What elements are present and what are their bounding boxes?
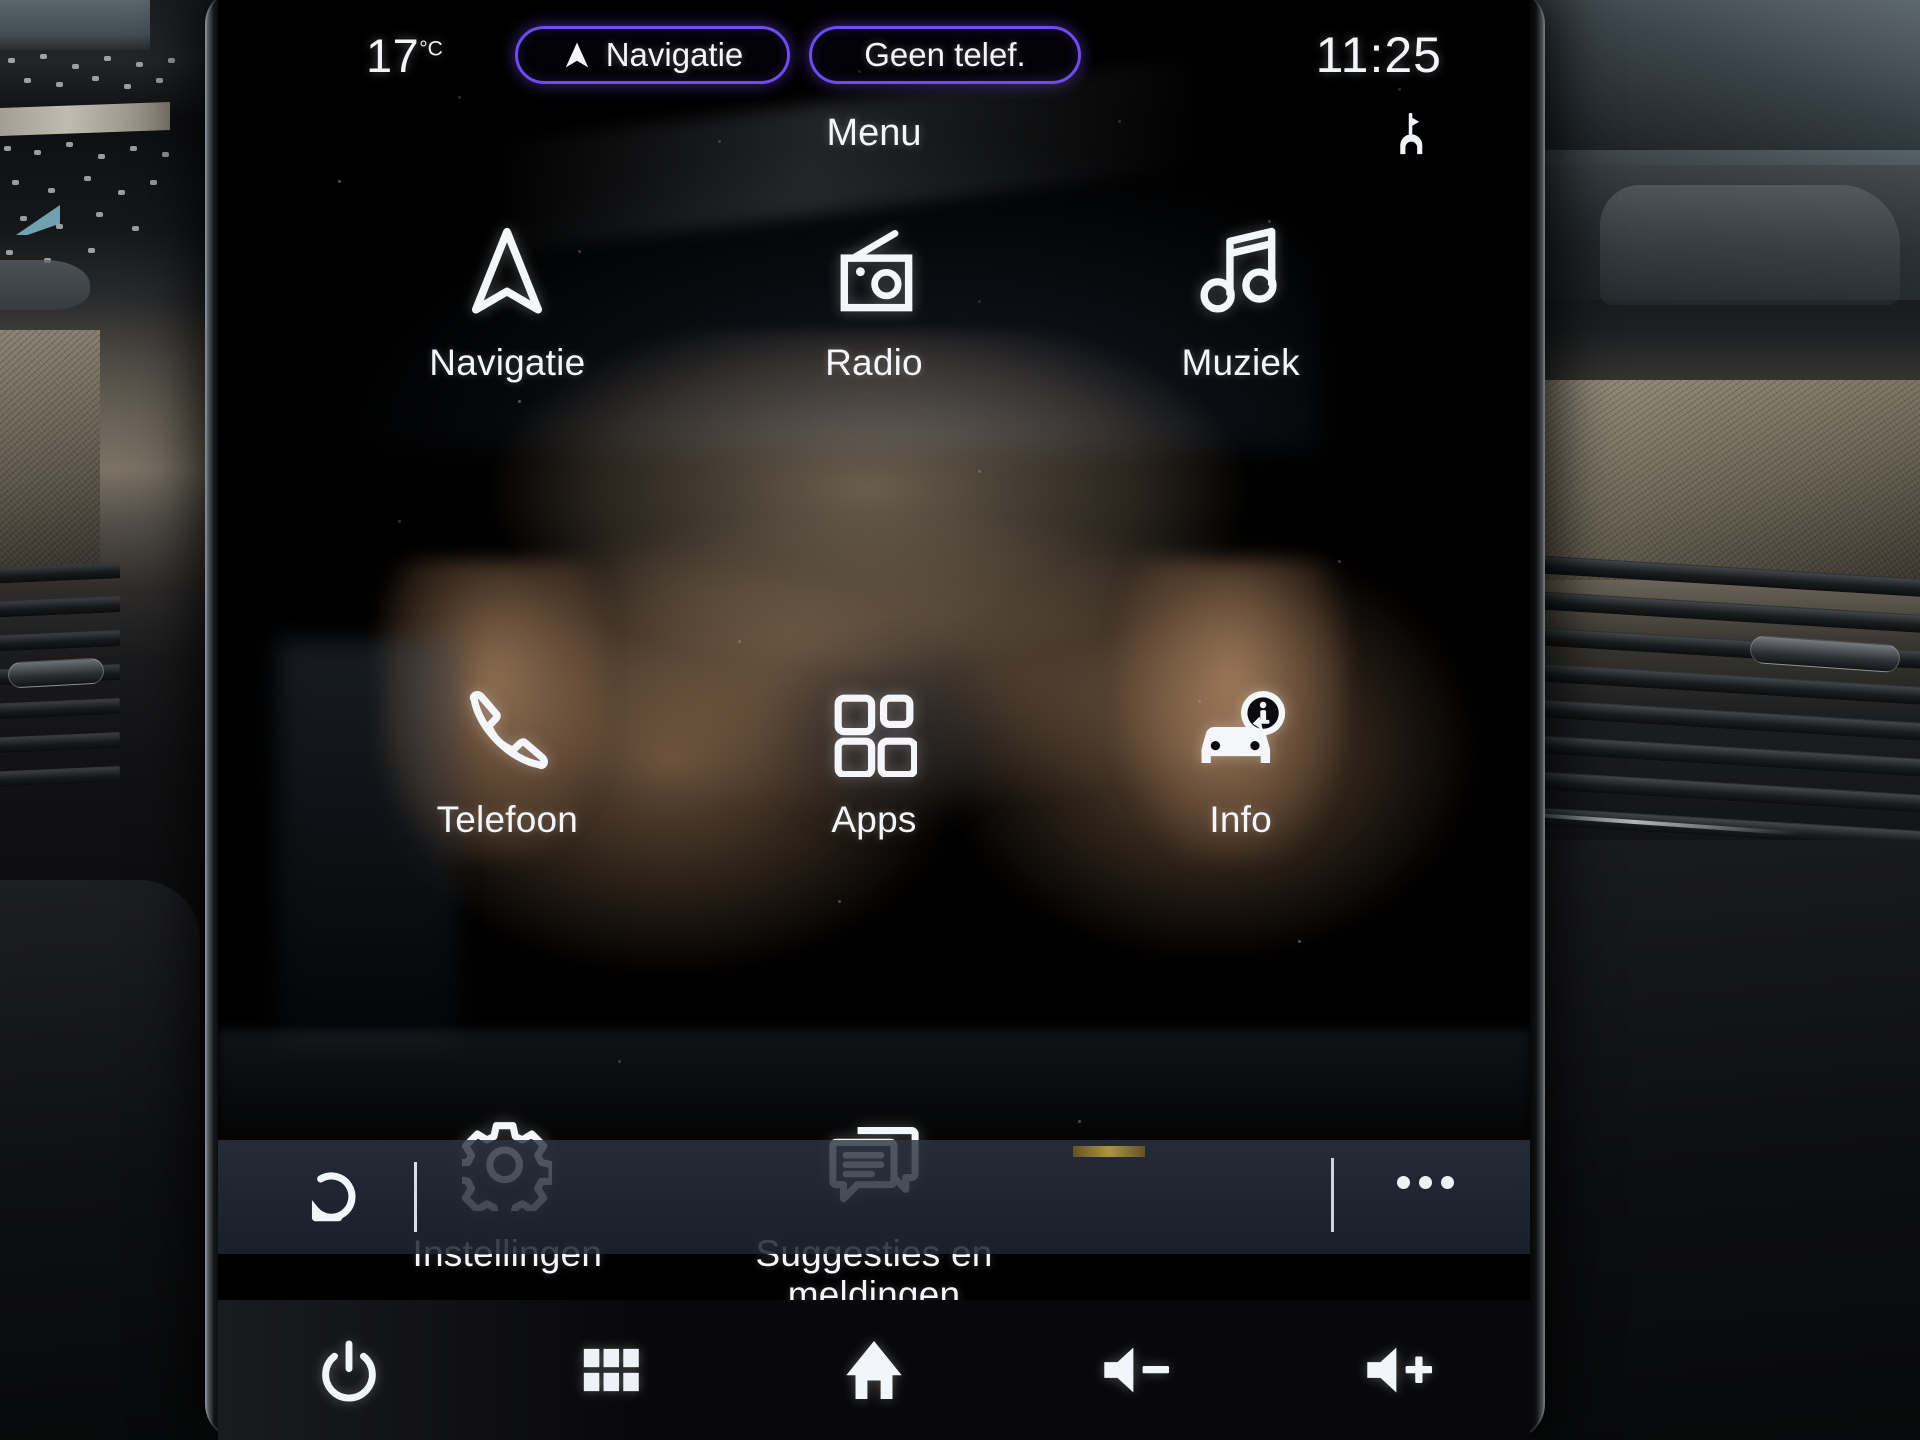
navigation-arrow-icon [465,196,549,320]
leather-trim-left [0,330,100,570]
menu-item-apps[interactable]: Apps [691,657,1058,840]
lower-console-right [1480,840,1920,1440]
toolbar-divider-left [414,1162,417,1232]
vent-control-left [7,658,104,689]
temperature-unit: °C [419,37,443,60]
menu-item-navigatie[interactable]: Navigatie [324,196,691,383]
menu-item-label: Info [1209,799,1272,840]
outside-temperature: 17°C [366,28,443,83]
status-pill-phone-label: Geen telef. [864,36,1025,74]
app-grid-icon[interactable] [570,1328,654,1412]
status-pill-navigation-label: Navigatie [606,36,744,74]
dashboard-pad-left [0,260,90,310]
infotainment-display[interactable]: 17°C Navigatie Geen telef. 11:25 Menu Na… [218,0,1530,1300]
status-bar: 17°C Navigatie Geen telef. 11:25 [218,0,1530,112]
more-dot [1441,1176,1454,1189]
air-vent-right [1480,565,1920,865]
menu-item-muziek[interactable]: Muziek [1057,196,1424,383]
volume-down-icon[interactable] [1094,1328,1178,1412]
lower-console-left [0,880,200,1440]
status-pill-navigation[interactable]: Navigatie [515,26,790,84]
menu-item-radio[interactable]: Radio [691,196,1058,383]
car-info-icon [1192,657,1290,777]
menu-item-label: Apps [831,799,916,840]
phone-handset-icon [462,657,552,777]
parked-car-reflection [1600,185,1900,305]
dashboard-photo-background: 17°C Navigatie Geen telef. 11:25 Menu Na… [0,0,1920,1440]
page-title: Menu [218,112,1530,155]
menu-item-label: Muziek [1181,342,1299,383]
back-arrow-icon[interactable] [300,1166,362,1228]
dashboard-glare-strip [0,102,170,136]
menu-item-label: Navigatie [429,342,585,383]
more-dot [1397,1176,1410,1189]
music-note-icon [1198,196,1284,320]
grid-row-spacer [324,447,1424,593]
screen-toolbar [218,1140,1530,1254]
apps-grid-icon [831,657,917,777]
radio-icon [828,196,920,320]
grid-row-spacer [324,905,1424,1029]
temperature-value: 17 [366,29,419,82]
bezel-gloss-right [1529,0,1545,1440]
home-icon[interactable] [832,1328,916,1412]
volume-up-icon[interactable] [1357,1328,1441,1412]
ceiling-light-reflections [0,20,200,290]
power-icon[interactable] [307,1328,391,1412]
window-reflection-right [1480,0,1920,165]
left-dashboard-area [0,0,232,1440]
menu-item-label: Telefoon [437,799,579,840]
more-options-icon[interactable] [1397,1176,1454,1189]
menu-item-info[interactable]: Info [1057,657,1424,840]
clock: 11:25 [1316,26,1442,84]
amber-reflection-streak [1073,1146,1145,1157]
menu-item-label: Radio [825,342,923,383]
status-pill-phone[interactable]: Geen telef. [809,26,1081,84]
toolbar-divider-right [1331,1158,1334,1232]
more-dot [1419,1176,1432,1189]
air-vent-left [0,565,105,815]
leather-trim-right [1480,380,1920,580]
menu-grid: Navigatie Radio Muziek Telefoon Apps Inf… [324,196,1424,1300]
navigation-arrow-icon [562,40,592,70]
menu-item-telefoon[interactable]: Telefoon [324,657,691,840]
right-dashboard-area [1480,0,1920,1440]
hardware-button-bar [218,1300,1530,1440]
